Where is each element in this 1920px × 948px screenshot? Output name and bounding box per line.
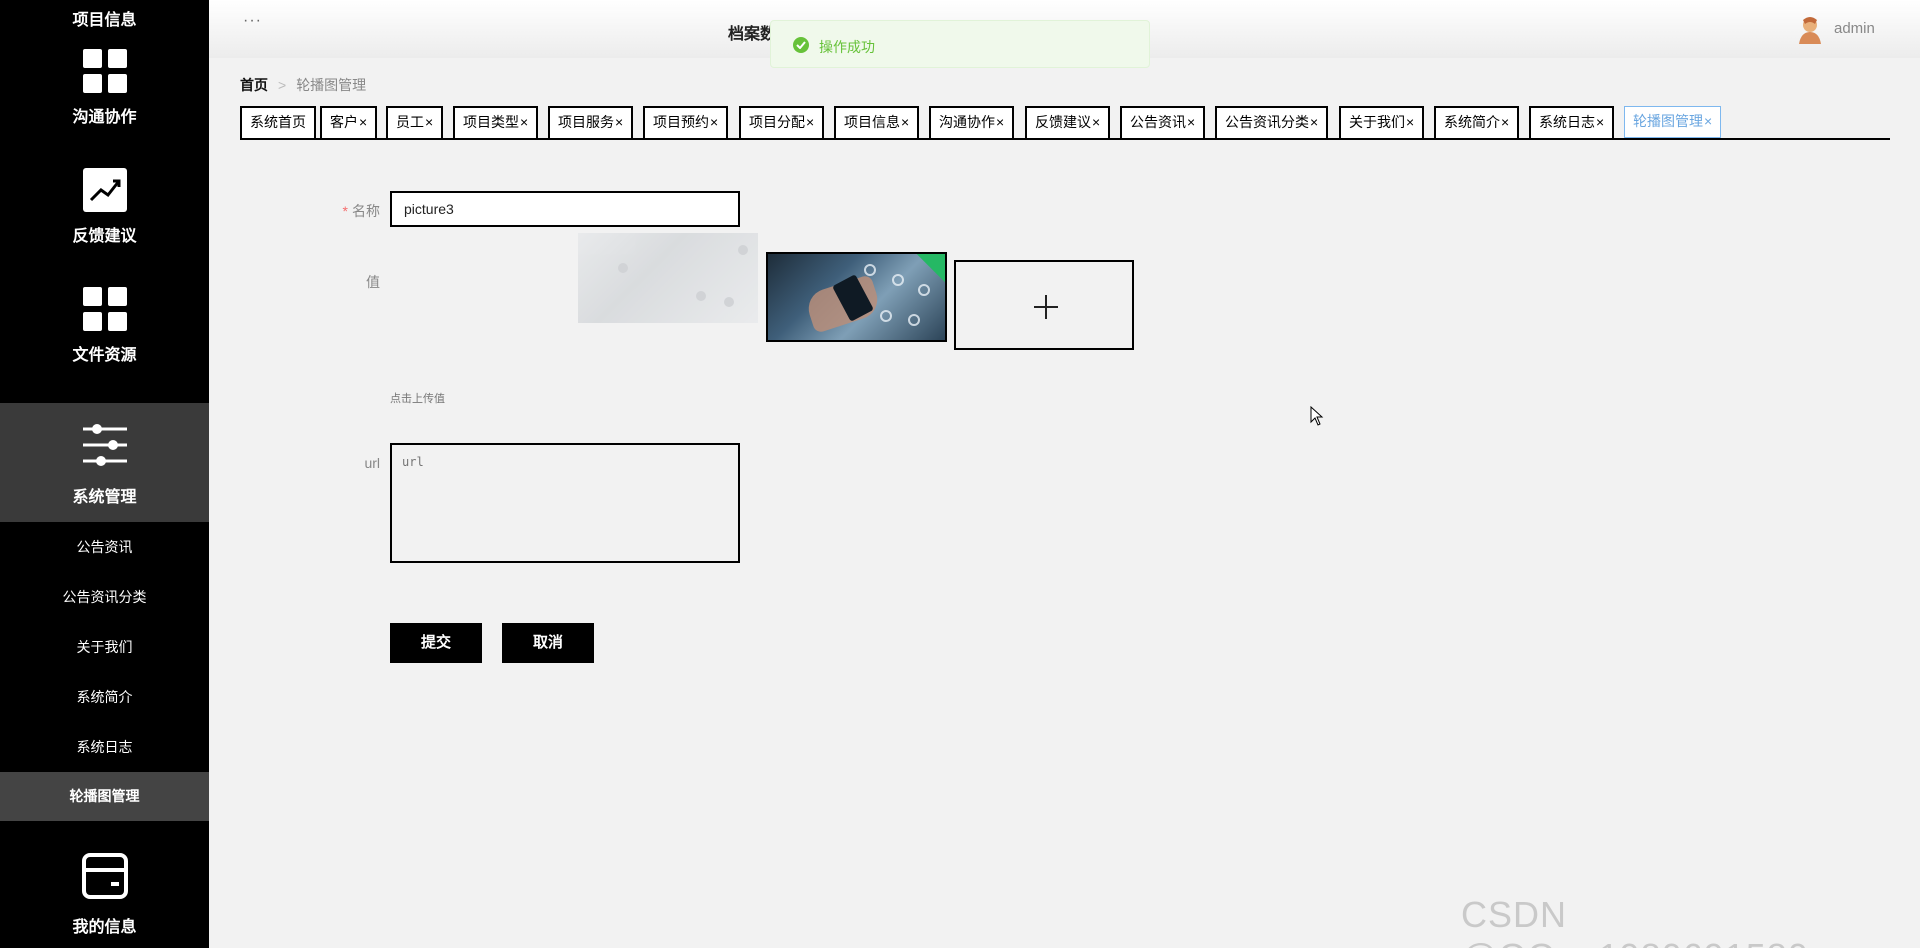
sidebar-item-communication[interactable]: 沟通协作 [0,17,209,136]
mouse-cursor-icon [1310,406,1324,426]
sliders-icon [83,424,127,466]
close-icon[interactable]: × [806,114,814,130]
tab-label: 公告资讯分类 [1225,114,1309,130]
sidebar: 项目信息 沟通协作 反馈建议 文件资源 系统管理 公告资讯 公告资讯分类 关于我… [0,0,209,948]
image-upload-button[interactable] [954,260,1134,350]
required-mark: * [342,203,348,219]
tab-about-us[interactable]: 关于我们× [1339,106,1425,138]
card-icon [82,853,128,899]
sidebar-subitem-announcement-categories[interactable]: 公告资讯分类 [0,573,209,622]
sidebar-item-feedback[interactable]: 反馈建议 [0,136,209,255]
tab-label: 反馈建议 [1035,114,1091,130]
close-icon[interactable]: × [1187,114,1195,130]
tab-feedback[interactable]: 反馈建议× [1025,106,1111,138]
tab-label: 系统简介 [1444,114,1500,130]
name-input[interactable]: picture3 [390,191,740,227]
sidebar-item-label: 文件资源 [72,347,137,364]
uploaded-image-preview-fading [578,233,758,323]
username[interactable]: admin [1834,20,1875,37]
tab-project-assignment[interactable]: 项目分配× [739,106,825,138]
close-icon[interactable]: × [1501,114,1509,130]
close-icon[interactable]: × [1092,114,1100,130]
tab-label: 公告资讯 [1130,114,1186,130]
sidebar-item-label: 我的信息 [72,919,137,936]
menu-toggle-icon[interactable]: ··· [243,12,262,30]
close-icon[interactable]: × [1596,114,1604,130]
tab-carousel-management[interactable]: 轮播图管理× [1624,106,1722,138]
sidebar-item-file-resources[interactable]: 文件资源 [0,255,209,374]
tab-label: 沟通协作 [939,114,995,130]
sidebar-item-label: 反馈建议 [72,228,137,245]
breadcrumb-home[interactable]: 首页 [240,77,268,93]
tab-project-services[interactable]: 项目服务× [548,106,634,138]
watermark: CSDN @QQ__1980691580 [1461,894,1808,948]
tab-label: 项目信息 [844,114,900,130]
close-icon[interactable]: × [901,114,909,130]
grid-icon [83,49,127,93]
sidebar-subitem-about-us[interactable]: 关于我们 [0,623,209,672]
tab-system-logs[interactable]: 系统日志× [1529,106,1615,138]
tab-communication[interactable]: 沟通协作× [929,106,1015,138]
tab-bar: 系统首页 客户× 员工× 项目类型× 项目服务× 项目预约× 项目分配× 项目信… [240,106,1890,140]
close-icon[interactable]: × [615,114,623,130]
success-corner-badge [916,254,945,283]
tab-employees[interactable]: 员工× [386,106,444,138]
submit-button[interactable]: 提交 [390,623,482,663]
value-label: 值 [366,274,380,290]
breadcrumb: 首页 > 轮播图管理 [240,75,366,95]
close-icon[interactable]: × [996,114,1004,130]
tab-label: 员工 [396,114,424,130]
tab-project-types[interactable]: 项目类型× [453,106,539,138]
sidebar-subitem-system-intro[interactable]: 系统简介 [0,673,209,722]
tab-label: 轮播图管理 [1633,113,1703,129]
chart-line-icon [83,168,127,212]
close-icon[interactable]: × [425,114,433,130]
close-icon[interactable]: × [520,114,528,130]
grid-icon [83,287,127,331]
tab-label: 关于我们 [1349,114,1405,130]
sidebar-subitem-announcements[interactable]: 公告资讯 [0,523,209,572]
tab-project-appointments[interactable]: 项目预约× [643,106,729,138]
tab-label: 项目分配 [749,114,805,130]
tab-project-info[interactable]: 项目信息× [834,106,920,138]
url-label: url [364,455,380,471]
app-title: 档案数 [728,26,777,43]
tab-announcement-categories[interactable]: 公告资讯分类× [1215,106,1329,138]
cancel-button[interactable]: 取消 [502,623,594,663]
url-textarea[interactable] [390,443,740,563]
uploaded-image-thumbnail[interactable] [766,252,947,342]
tab-label: 系统日志 [1539,114,1595,130]
breadcrumb-separator: > [278,77,287,93]
close-icon[interactable]: × [1704,113,1712,129]
tab-system-intro[interactable]: 系统简介× [1434,106,1520,138]
breadcrumb-current: 轮播图管理 [296,77,367,93]
sidebar-subitem-carousel-management[interactable]: 轮播图管理 [0,772,209,821]
sidebar-subitem-system-logs[interactable]: 系统日志 [0,723,209,772]
sidebar-item-system-management[interactable]: 系统管理 [0,403,209,522]
tab-customers[interactable]: 客户× [320,106,378,138]
sidebar-item-my-info[interactable]: 我的信息 [0,829,209,948]
success-toast: 操作成功 [770,20,1150,68]
close-icon[interactable]: × [710,114,718,130]
name-label-text: 名称 [352,203,380,219]
tab-label: 客户 [330,114,358,130]
tab-system-home[interactable]: 系统首页 [240,106,316,138]
close-icon[interactable]: × [359,114,367,130]
sidebar-item-label: 系统管理 [72,489,137,506]
tab-label: 项目预约 [653,114,709,130]
tab-announcements[interactable]: 公告资讯× [1120,106,1206,138]
upload-hint: 点击上传值 [390,393,445,405]
check-circle-icon [793,37,809,53]
close-icon[interactable]: × [1406,114,1414,130]
tab-label: 系统首页 [250,114,306,130]
plus-icon-vertical [1045,295,1047,319]
tab-label: 项目类型 [463,114,519,130]
toast-message: 操作成功 [819,39,875,55]
tab-label: 项目服务 [558,114,614,130]
name-label: * 名称 [280,201,380,221]
sidebar-item-label: 沟通协作 [72,109,137,126]
close-icon[interactable]: × [1310,114,1318,130]
avatar[interactable] [1795,14,1825,44]
